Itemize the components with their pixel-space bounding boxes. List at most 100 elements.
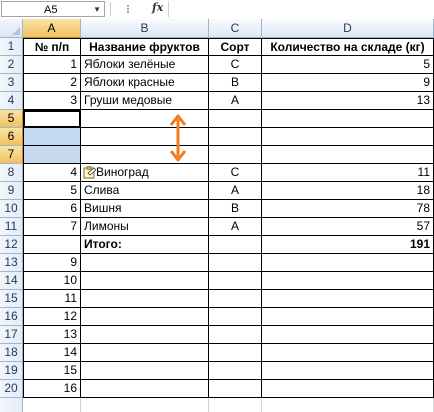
- row-header-3[interactable]: 3: [0, 74, 23, 92]
- row-header-8[interactable]: 8: [0, 164, 23, 182]
- cell-b21[interactable]: [81, 398, 209, 412]
- row-header-12[interactable]: 12: [0, 236, 23, 254]
- cell-a15[interactable]: 11: [23, 290, 81, 308]
- cell-d13[interactable]: [262, 254, 434, 272]
- row-header-7[interactable]: 7: [0, 146, 23, 164]
- cell-d19[interactable]: [262, 362, 434, 380]
- cell-c17[interactable]: [209, 326, 262, 344]
- cell-a9[interactable]: 5: [23, 182, 81, 200]
- cell-a16[interactable]: 12: [23, 308, 81, 326]
- header-cell-sort[interactable]: Сорт: [209, 38, 262, 56]
- row-header-14[interactable]: 14: [0, 272, 23, 290]
- cell-c10[interactable]: В: [209, 200, 262, 218]
- cell-c12[interactable]: [209, 236, 262, 254]
- cell-b9[interactable]: Слива: [81, 182, 209, 200]
- cell-d17[interactable]: [262, 326, 434, 344]
- cell-a12[interactable]: [23, 236, 81, 254]
- row-header-19[interactable]: 19: [0, 362, 23, 380]
- cell-d7[interactable]: [262, 146, 434, 164]
- cell-d6[interactable]: [262, 128, 434, 146]
- row-header-5[interactable]: 5: [0, 110, 23, 128]
- cell-c8[interactable]: С: [209, 164, 262, 182]
- cell-c21[interactable]: [209, 398, 262, 412]
- cell-a3[interactable]: 2: [23, 74, 81, 92]
- cell-d9[interactable]: 18: [262, 182, 434, 200]
- column-header-a[interactable]: A: [23, 19, 81, 38]
- column-header-b[interactable]: B: [81, 19, 209, 38]
- insert-function-button[interactable]: fx: [152, 1, 163, 14]
- cell-d15[interactable]: [262, 290, 434, 308]
- paste-options-icon[interactable]: [83, 166, 97, 179]
- cell-d11[interactable]: 57: [262, 218, 434, 236]
- row-header-17[interactable]: 17: [0, 326, 23, 344]
- row-header-6[interactable]: 6: [0, 128, 23, 146]
- header-cell-number[interactable]: № п/п: [23, 38, 81, 56]
- cell-d14[interactable]: [262, 272, 434, 290]
- cell-c20[interactable]: [209, 380, 262, 398]
- row-header-18[interactable]: 18: [0, 344, 23, 362]
- row-header-10[interactable]: 10: [0, 200, 23, 218]
- cell-b15[interactable]: [81, 290, 209, 308]
- cell-c16[interactable]: [209, 308, 262, 326]
- cell-c7[interactable]: [209, 146, 262, 164]
- column-header-d[interactable]: D: [262, 19, 434, 38]
- cell-a14[interactable]: 10: [23, 272, 81, 290]
- cell-a7[interactable]: [23, 146, 81, 164]
- cell-a2[interactable]: 1: [23, 56, 81, 74]
- cell-a4[interactable]: 3: [23, 92, 81, 110]
- cell-a5-active[interactable]: [23, 110, 81, 128]
- cell-c6[interactable]: [209, 128, 262, 146]
- cell-d3[interactable]: 9: [262, 74, 434, 92]
- cell-b2[interactable]: Яблоки зелёные: [81, 56, 209, 74]
- cell-c5[interactable]: [209, 110, 262, 128]
- cell-c19[interactable]: [209, 362, 262, 380]
- cell-b10[interactable]: Вишня: [81, 200, 209, 218]
- cell-a13[interactable]: 9: [23, 254, 81, 272]
- cell-d10[interactable]: 78: [262, 200, 434, 218]
- formula-input[interactable]: [168, 1, 433, 17]
- cell-c11[interactable]: А: [209, 218, 262, 236]
- cell-c18[interactable]: [209, 344, 262, 362]
- row-header-16[interactable]: 16: [0, 308, 23, 326]
- cell-c4[interactable]: А: [209, 92, 262, 110]
- cell-d18[interactable]: [262, 344, 434, 362]
- cell-a21[interactable]: [23, 398, 81, 412]
- row-header-15[interactable]: 15: [0, 290, 23, 308]
- cell-d8[interactable]: 11: [262, 164, 434, 182]
- column-header-c[interactable]: C: [209, 19, 262, 38]
- cell-a10[interactable]: 6: [23, 200, 81, 218]
- row-header-1[interactable]: 1: [0, 38, 23, 56]
- cell-a20[interactable]: 16: [23, 380, 81, 398]
- row-header-9[interactable]: 9: [0, 182, 23, 200]
- header-cell-name[interactable]: Название фруктов: [81, 38, 209, 56]
- select-all-button[interactable]: [0, 19, 23, 38]
- cell-c2[interactable]: С: [209, 56, 262, 74]
- cell-a8[interactable]: 4: [23, 164, 81, 182]
- cell-b6[interactable]: [81, 128, 209, 146]
- cell-b11[interactable]: Лимоны: [81, 218, 209, 236]
- cell-b17[interactable]: [81, 326, 209, 344]
- row-header-21[interactable]: [0, 398, 23, 412]
- cell-b19[interactable]: [81, 362, 209, 380]
- cell-d5[interactable]: [262, 110, 434, 128]
- cell-d2[interactable]: 5: [262, 56, 434, 74]
- row-header-2[interactable]: 2: [0, 56, 23, 74]
- row-header-11[interactable]: 11: [0, 218, 23, 236]
- cell-c13[interactable]: [209, 254, 262, 272]
- cell-d21[interactable]: [262, 398, 434, 412]
- cell-b5[interactable]: [81, 110, 209, 128]
- resize-dots-icon[interactable]: [116, 3, 140, 15]
- cell-a17[interactable]: 13: [23, 326, 81, 344]
- name-box[interactable]: A5 ▼: [1, 1, 105, 17]
- cell-b13[interactable]: [81, 254, 209, 272]
- header-cell-quantity[interactable]: Количество на складе (кг): [262, 38, 434, 56]
- cell-a6[interactable]: [23, 128, 81, 146]
- cell-a18[interactable]: 14: [23, 344, 81, 362]
- cell-b18[interactable]: [81, 344, 209, 362]
- cell-b4[interactable]: Груши медовые: [81, 92, 209, 110]
- cell-d4[interactable]: 13: [262, 92, 434, 110]
- cell-c15[interactable]: [209, 290, 262, 308]
- row-header-4[interactable]: 4: [0, 92, 23, 110]
- total-label[interactable]: Итого:: [81, 236, 209, 254]
- cell-d20[interactable]: [262, 380, 434, 398]
